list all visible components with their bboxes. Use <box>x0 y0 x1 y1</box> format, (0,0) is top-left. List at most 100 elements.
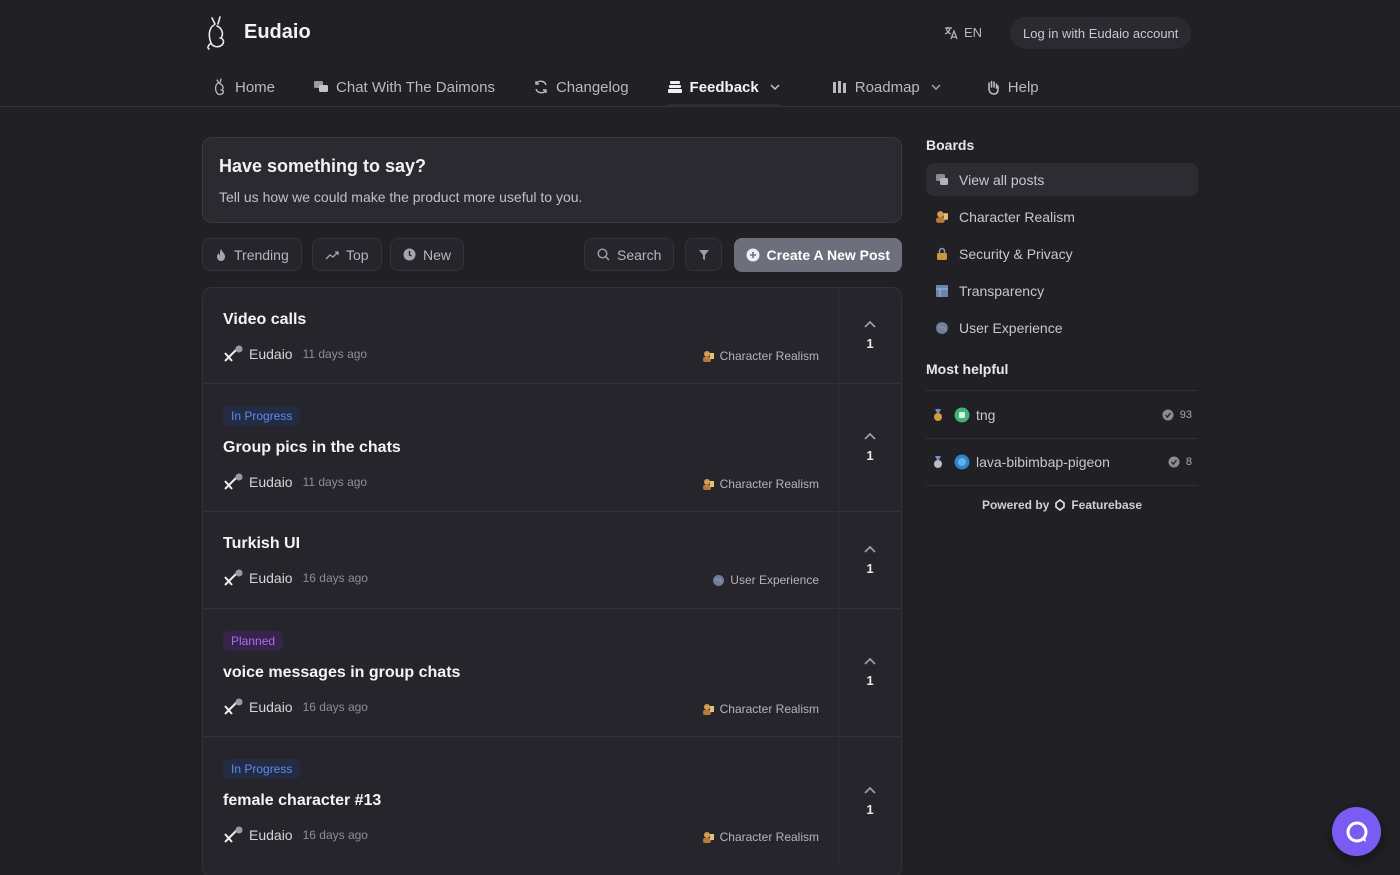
helpful-user[interactable]: lava-bibimbap-pigeon 8 <box>926 438 1198 486</box>
board-user-experience[interactable]: User Experience <box>926 311 1198 344</box>
inbox-stack-icon <box>667 81 682 93</box>
upvote-button[interactable]: 1 <box>838 609 901 736</box>
post-board-label: Character Realism <box>719 702 819 716</box>
post-author: Eudaio 16 days ago <box>223 569 368 587</box>
helpful-count-value: 8 <box>1185 456 1192 468</box>
chevron-up-icon <box>864 786 876 794</box>
feedback-hero: Have something to say? Tell us how we co… <box>202 137 902 223</box>
post-time: 16 days ago <box>302 571 368 585</box>
post-item[interactable]: Turkish UI Eudaio 16 days ago User Exper… <box>203 512 901 609</box>
nav-home[interactable]: Home <box>202 70 285 104</box>
chevron-up-icon <box>864 657 876 665</box>
post-toolbar: Trending Top New Search Create A New Pos… <box>202 238 902 272</box>
post-time: 11 days ago <box>302 347 368 361</box>
translate-icon <box>944 26 958 39</box>
post-board-tag[interactable]: Character Realism <box>702 830 819 844</box>
board-label: Character Realism <box>959 208 1075 225</box>
nav-feedback[interactable]: Feedback <box>657 70 790 106</box>
upvote-button[interactable]: 1 <box>838 384 901 511</box>
columns-icon <box>832 81 846 93</box>
vote-count: 1 <box>866 801 874 817</box>
person-icon <box>936 210 948 223</box>
board-security-privacy[interactable]: Security & Privacy <box>926 237 1198 270</box>
post-title[interactable]: Turkish UI <box>223 535 300 553</box>
nav-chat[interactable]: Chat With The Daimons <box>303 70 505 104</box>
nav-changelog[interactable]: Changelog <box>523 70 639 104</box>
board-character-realism[interactable]: Character Realism <box>926 200 1198 233</box>
language-switcher[interactable]: EN <box>944 25 982 40</box>
cat-logo-icon <box>207 16 225 50</box>
filter-button[interactable] <box>685 238 722 271</box>
helpful-count: 8 <box>1168 456 1192 468</box>
brand-name: Eudaio <box>244 20 311 43</box>
featurebase-logo-icon <box>1055 499 1066 511</box>
post-author: Eudaio 11 days ago <box>223 473 367 491</box>
globe-icon <box>936 321 948 334</box>
author-name: Eudaio <box>249 570 293 586</box>
author-avatar-icon <box>224 473 243 490</box>
upvote-button[interactable]: 1 <box>838 512 901 608</box>
post-title[interactable]: Video calls <box>223 311 306 329</box>
search-button[interactable]: Search <box>584 238 675 271</box>
post-title[interactable]: voice messages in group chats <box>223 664 460 682</box>
post-board-tag[interactable]: Character Realism <box>702 702 819 716</box>
helpful-user-name: tng <box>976 406 996 423</box>
vote-count: 1 <box>866 448 874 463</box>
person-icon <box>702 350 714 362</box>
login-button[interactable]: Log in with Eudaio account <box>1010 17 1192 49</box>
upvote-button[interactable]: 1 <box>838 288 901 383</box>
post-title[interactable]: female character #13 <box>223 792 381 810</box>
nav-chat-label: Chat With The Daimons <box>336 78 495 96</box>
post-title[interactable]: Group pics in the chats <box>223 439 401 457</box>
board-label: View all posts <box>959 171 1045 188</box>
sort-new-button[interactable]: New <box>390 238 465 271</box>
hero-subtitle: Tell us how we could make the product mo… <box>219 189 583 205</box>
trending-up-icon <box>325 250 339 259</box>
create-post-label: Create A New Post <box>766 247 890 263</box>
board-label: Security & Privacy <box>959 245 1073 262</box>
post-board-tag[interactable]: User Experience <box>712 573 819 587</box>
nav-roadmap-label: Roadmap <box>854 78 920 96</box>
post-item[interactable]: In Progress Group pics in the chats Euda… <box>203 384 901 512</box>
chevron-up-icon <box>864 432 876 440</box>
flame-icon <box>217 248 225 261</box>
chevron-down-icon <box>770 84 780 90</box>
sort-new-label: New <box>423 246 452 263</box>
helpful-user[interactable]: tng 93 <box>926 390 1198 438</box>
post-item[interactable]: Planned voice messages in group chats Eu… <box>203 609 901 737</box>
status-badge: Planned <box>223 631 284 651</box>
post-author: Eudaio 16 days ago <box>223 826 368 844</box>
author-avatar-icon <box>224 569 243 586</box>
author-name: Eudaio <box>249 474 293 490</box>
create-post-button[interactable]: Create A New Post <box>733 238 902 272</box>
search-label: Search <box>617 246 662 263</box>
post-board-tag[interactable]: Character Realism <box>702 477 819 491</box>
post-item[interactable]: In Progress female character #13 Eudaio … <box>203 737 901 875</box>
nav-roadmap[interactable]: Roadmap <box>822 70 951 104</box>
board-label: User Experience <box>959 319 1063 336</box>
nav-help-label: Help <box>1007 78 1039 96</box>
hero-title: Have something to say? <box>219 156 427 176</box>
post-author: Eudaio 11 days ago <box>223 345 367 363</box>
refresh-icon <box>535 80 547 94</box>
vote-count: 1 <box>866 673 874 688</box>
boards-heading: Boards <box>926 137 975 153</box>
post-board-tag[interactable]: Character Realism <box>702 349 819 363</box>
post-board-label: User Experience <box>730 573 819 587</box>
support-chat-button[interactable] <box>1332 807 1381 856</box>
vote-count: 1 <box>866 336 874 351</box>
window-icon <box>936 284 948 297</box>
chat-icon <box>1346 821 1367 842</box>
sort-trending-button[interactable]: Trending <box>202 238 302 271</box>
check-badge-icon <box>1168 456 1180 468</box>
upvote-button[interactable]: 1 <box>838 737 901 865</box>
board-transparency[interactable]: Transparency <box>926 274 1198 307</box>
post-item[interactable]: Video calls Eudaio 11 days ago Character… <box>203 288 901 384</box>
nav-help[interactable]: Help <box>975 70 1049 104</box>
brand[interactable]: Eudaio <box>202 14 311 50</box>
powered-by[interactable]: Powered by Featurebase <box>926 498 1198 512</box>
sort-top-button[interactable]: Top <box>312 238 382 271</box>
status-badge: In Progress <box>223 759 301 779</box>
board-view-all[interactable]: View all posts <box>926 163 1198 196</box>
post-time: 16 days ago <box>302 700 368 714</box>
